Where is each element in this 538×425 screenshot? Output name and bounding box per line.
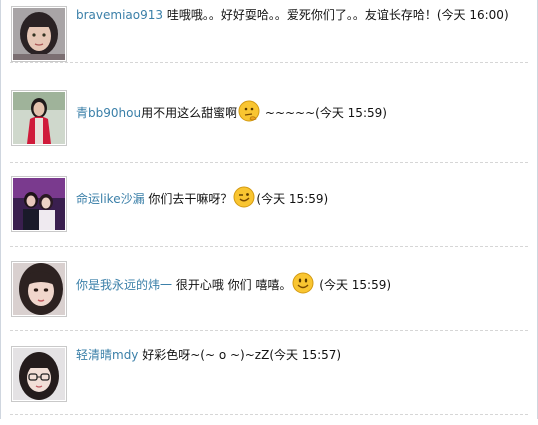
avatar-woman-bob-hair-image xyxy=(13,8,65,60)
comment-line: bravemiao913 哇哦哦。。好好耍哈。。爱死你们了。。友谊长存哈！(今天… xyxy=(76,8,509,22)
comment-line: 轻清晴mdy 好彩色呀~(~ o ~)~zZ(今天 15:57) xyxy=(76,348,341,362)
comment-item: 命运like沙漏 你们去干嘛呀？ (今天 15:59) xyxy=(0,170,538,255)
comment-timestamp: (今天 15:59) xyxy=(256,192,329,206)
comment-separator xyxy=(10,62,528,63)
avatar-couple-stage-image xyxy=(13,178,65,230)
comment-item: bravemiao913 哇哦哦。。好好耍哈。。爱死你们了。。友谊长存哈！(今天… xyxy=(0,0,538,85)
winking-face-icon xyxy=(233,186,255,208)
comment-timestamp: (今天 15:59) xyxy=(315,106,387,120)
comment-message-tail: ~~~~~ xyxy=(261,106,316,120)
comment-separator xyxy=(10,330,528,331)
comment-username[interactable]: 你是我永远的炜一 xyxy=(76,278,172,292)
avatar[interactable] xyxy=(11,6,67,62)
comment-username[interactable]: bravemiao913 xyxy=(76,8,163,22)
comment-username[interactable]: 轻清晴mdy xyxy=(76,348,138,362)
avatar[interactable] xyxy=(11,261,67,317)
comment-username[interactable]: 青bb90hou xyxy=(76,106,141,120)
smiling-face-icon xyxy=(292,272,314,294)
comment-message: 很开心哦 你们 嘻嘻。 xyxy=(172,278,292,292)
comment-line: 你是我永远的炜一 很开心哦 你们 嘻嘻。 (今天 15:59) xyxy=(76,272,391,294)
comment-message: 好彩色呀~(~ o ~)~zZ xyxy=(138,348,270,362)
comment-message: 哇哦哦。。好好耍哈。。爱死你们了。。友谊长存哈！ xyxy=(166,8,437,22)
comment-username[interactable]: 命运like沙漏 xyxy=(76,192,145,206)
thinking-face-icon xyxy=(238,100,260,122)
comment-item: 你是我永远的炜一 很开心哦 你们 嘻嘻。 (今天 15:59) xyxy=(0,255,538,340)
comment-item: 轻清晴mdy 好彩色呀~(~ o ~)~zZ(今天 15:57) xyxy=(0,340,538,425)
comment-item: 青bb90hou用不用这么甜蜜啊 ~~~~~(今天 15:59) xyxy=(0,84,538,169)
comment-timestamp: (今天 16:00) xyxy=(436,8,509,22)
avatar[interactable] xyxy=(11,346,67,402)
avatar-girl-closeup-image xyxy=(13,263,65,315)
avatar[interactable] xyxy=(11,176,67,232)
comment-message: 用不用这么甜蜜啊 xyxy=(141,106,238,120)
avatar-girl-glasses-image xyxy=(13,348,65,400)
comment-message: 你们去干嘛呀？ xyxy=(144,192,233,206)
comment-line: 青bb90hou用不用这么甜蜜啊 ~~~~~(今天 15:59) xyxy=(76,100,387,122)
comment-timestamp: (今天 15:59) xyxy=(315,278,392,292)
avatar[interactable] xyxy=(11,90,67,146)
comment-separator xyxy=(10,246,528,247)
comment-line: 命运like沙漏 你们去干嘛呀？ (今天 15:59) xyxy=(76,186,328,208)
comment-timestamp: (今天 15:57) xyxy=(269,348,342,362)
comment-separator xyxy=(10,162,528,163)
avatar-woman-red-coat-image xyxy=(13,92,65,144)
comment-separator xyxy=(10,414,528,415)
